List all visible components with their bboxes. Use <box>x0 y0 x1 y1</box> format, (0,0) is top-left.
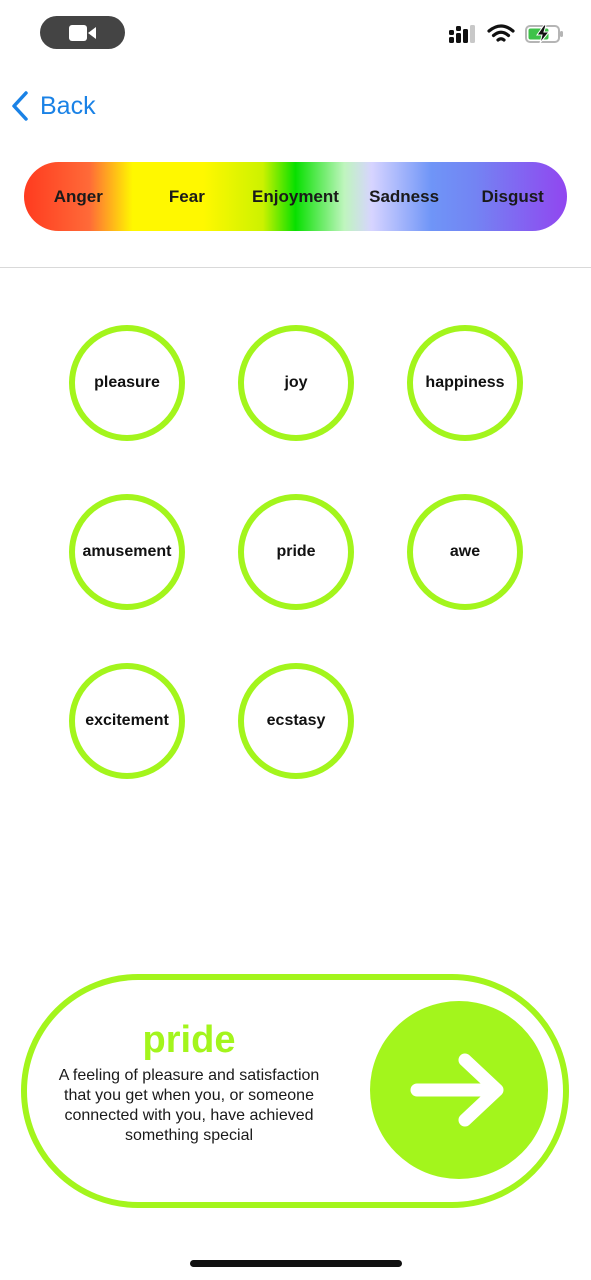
category-sadness[interactable]: Sadness <box>350 187 459 207</box>
back-label: Back <box>40 91 96 120</box>
arrow-right-icon <box>410 1053 504 1127</box>
emotion-pleasure[interactable]: pleasure <box>69 325 185 441</box>
emotion-happiness[interactable]: happiness <box>407 325 523 441</box>
emotion-ecstasy[interactable]: ecstasy <box>238 663 354 779</box>
emotion-excitement[interactable]: excitement <box>69 663 185 779</box>
category-fear[interactable]: Fear <box>133 187 242 207</box>
category-enjoyment[interactable]: Enjoyment <box>241 187 350 207</box>
next-button[interactable] <box>370 1001 548 1179</box>
emotion-joy[interactable]: joy <box>238 325 354 441</box>
emotion-awe[interactable]: awe <box>407 494 523 610</box>
selected-emotion-title: pride <box>142 1019 236 1061</box>
emotion-picker-screen: Back Anger Fear Enjoyment Sadness Disgus… <box>0 0 591 1280</box>
selected-emotion-text: pride A feeling of pleasure and satisfac… <box>55 1020 323 1146</box>
wifi-icon <box>487 24 515 42</box>
emotion-label: amusement <box>82 543 172 560</box>
emotion-label: awe <box>449 543 481 560</box>
emotion-category-bar: Anger Fear Enjoyment Sadness Disgust <box>24 162 567 231</box>
emotion-pride[interactable]: pride <box>238 494 354 610</box>
category-disgust[interactable]: Disgust <box>458 187 567 207</box>
category-anger[interactable]: Anger <box>24 187 133 207</box>
emotion-label: excitement <box>85 712 169 729</box>
video-camera-icon <box>68 24 96 41</box>
camera-indicator <box>40 16 125 49</box>
chevron-left-icon <box>12 91 28 121</box>
emotion-label: pride <box>276 543 316 560</box>
selected-emotion-card: pride A feeling of pleasure and satisfac… <box>21 974 569 1208</box>
emotion-amusement[interactable]: amusement <box>69 494 185 610</box>
selected-emotion-description: A feeling of pleasure and satisfaction t… <box>58 1067 320 1144</box>
back-button[interactable]: Back <box>10 86 96 126</box>
status-bar <box>0 0 591 64</box>
home-indicator[interactable] <box>190 1260 402 1267</box>
divider <box>0 267 591 268</box>
emotion-label: pleasure <box>94 374 160 391</box>
emotion-label: joy <box>284 374 308 391</box>
status-icons <box>449 24 565 44</box>
battery-charging-icon <box>525 24 563 44</box>
emotion-label: happiness <box>425 374 505 391</box>
emotion-label: ecstasy <box>266 712 326 729</box>
cellular-signal-icon <box>449 25 475 43</box>
